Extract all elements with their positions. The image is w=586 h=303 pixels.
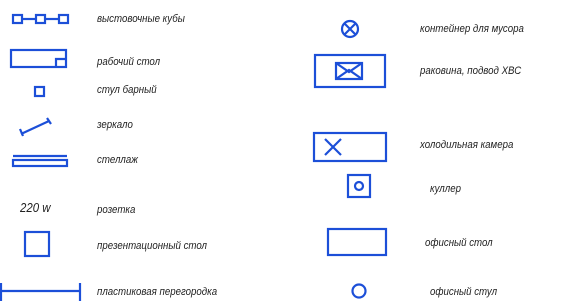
outlet-220w-label: 220 w: [20, 200, 51, 215]
rectangle-with-notch-icon: [9, 48, 68, 69]
legend: выстовочные кубы рабочий стол стул барны…: [0, 0, 586, 303]
circle-icon: [350, 282, 370, 302]
legend-label: холодильная камера: [420, 139, 514, 151]
double-bar-icon: [11, 153, 70, 169]
legend-label: раковина, подвод ХВС: [420, 65, 522, 77]
legend-label: офисный стол: [425, 237, 493, 249]
legend-label: презентационный стол: [97, 240, 208, 252]
legend-label: выстовочные кубы: [97, 13, 185, 25]
rectangle-with-envelope-icon: [313, 53, 388, 90]
legend-label: зеркало: [97, 119, 133, 131]
legend-label: стеллаж: [97, 154, 138, 166]
diagonal-line-icon: [18, 117, 54, 137]
legend-label: розетка: [97, 204, 136, 216]
rectangle-with-x-icon: [312, 131, 389, 164]
small-square-icon: [33, 85, 46, 98]
legend-label: стул барный: [97, 84, 157, 96]
legend-label: куллер: [430, 183, 461, 195]
legend-label: офисный стул: [430, 286, 498, 298]
rectangle-icon: [326, 227, 389, 258]
legend-label: контейнер для мусора: [420, 23, 524, 35]
square-icon: [23, 230, 52, 259]
bracket-line-icon: [0, 281, 82, 303]
circle-with-cross-icon: [340, 19, 362, 41]
legend-label: рабочий стол: [97, 56, 161, 68]
square-with-circle-icon: [346, 173, 373, 200]
legend-label: пластиковая перегородка: [97, 286, 218, 298]
three-linked-squares-icon: [11, 12, 70, 26]
